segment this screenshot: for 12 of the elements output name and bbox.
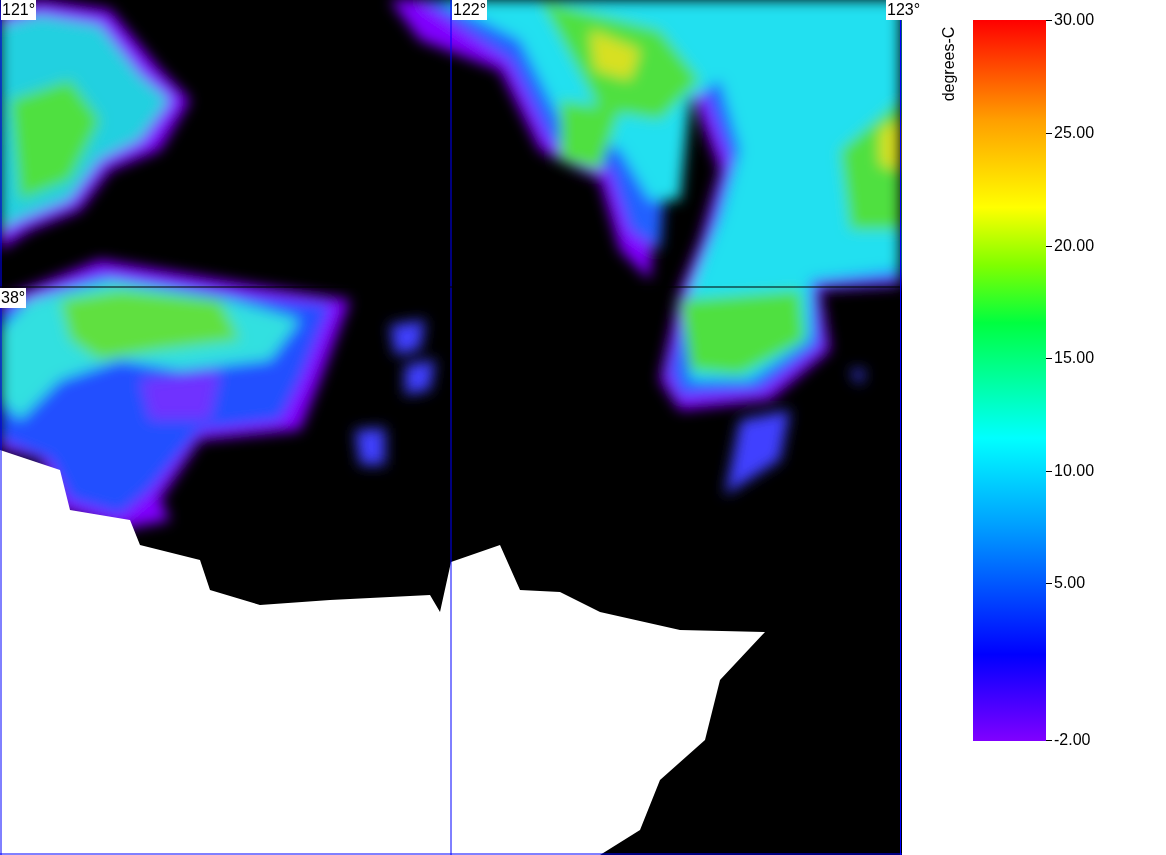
colorbar-tick-label: 5.00: [1054, 573, 1086, 593]
colorbar-tick-label: 30.00: [1054, 10, 1095, 30]
colorbar-title: degrees-C: [939, 26, 959, 102]
colorbar-tick-label: 10.00: [1054, 461, 1095, 481]
longitude-label: 121°: [1, 0, 37, 20]
colorbar-tick-label: -2.00: [1054, 730, 1091, 750]
longitude-label: 123°: [886, 0, 922, 20]
colorbar-tick-label: 20.00: [1054, 236, 1095, 256]
longitude-label: 122°: [452, 0, 488, 20]
colorbar-tick-label: 25.00: [1054, 123, 1095, 143]
latitude-label: 38°: [0, 288, 27, 308]
colorbar-tick-label: 15.00: [1054, 348, 1095, 368]
